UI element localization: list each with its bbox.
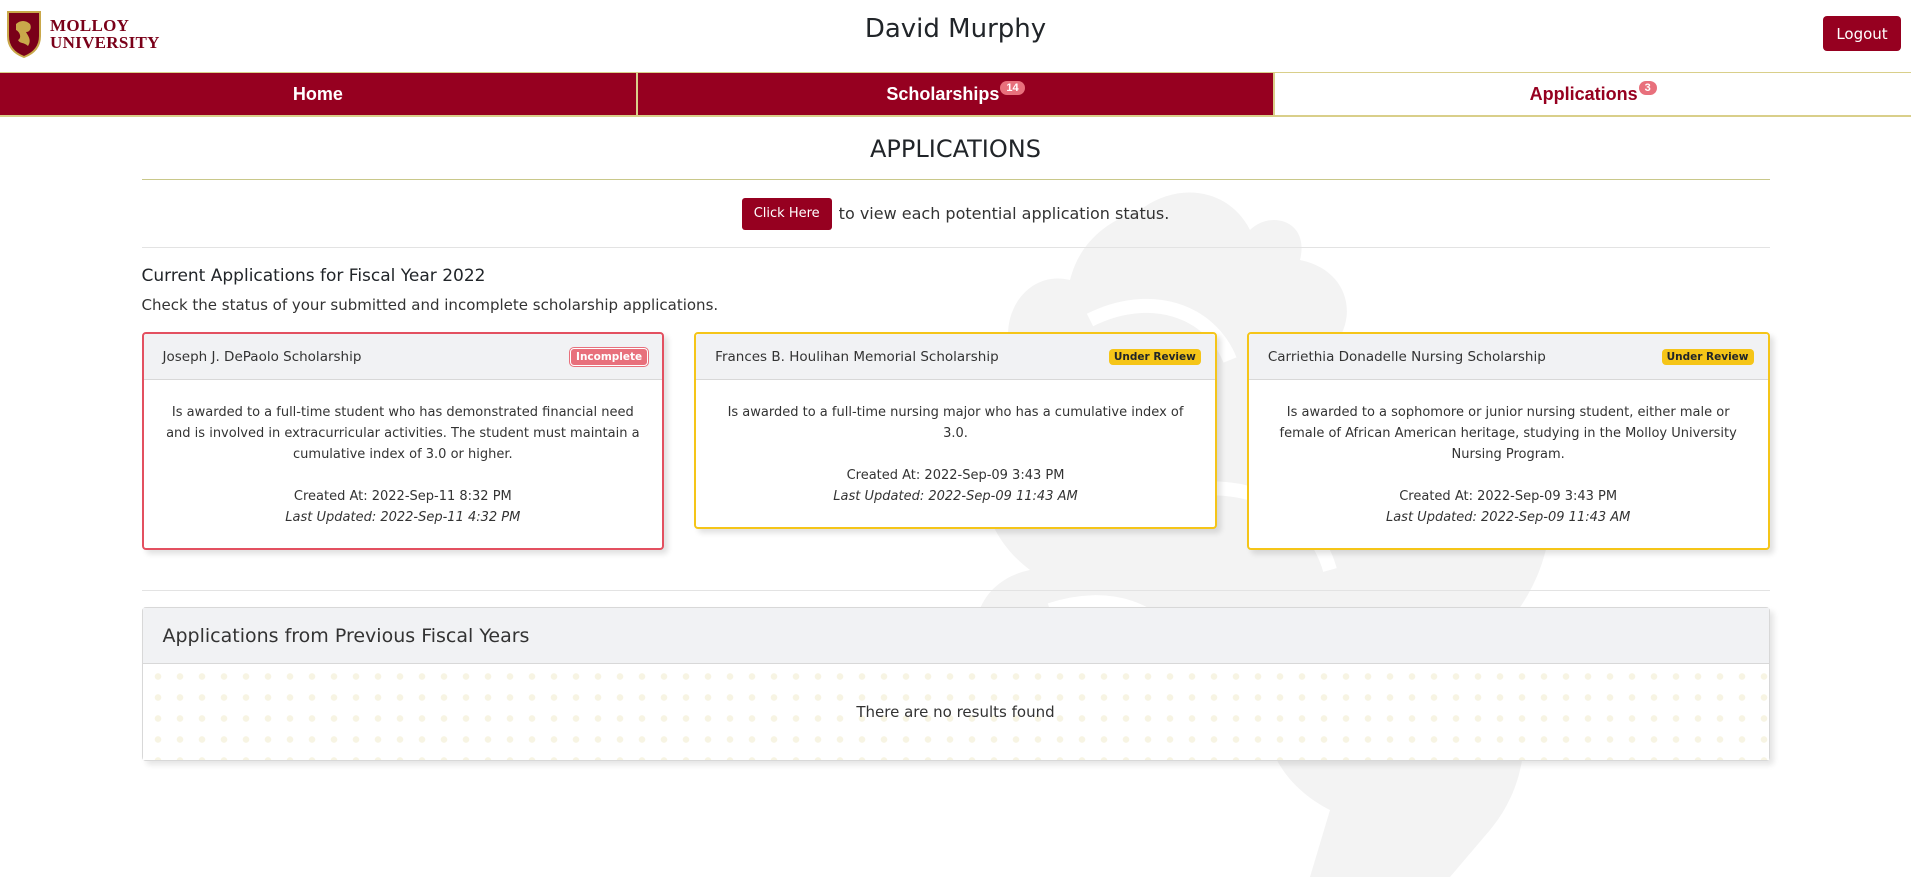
tab-scholarships-label: Scholarships [886,83,1000,104]
user-name: David Murphy [864,14,1047,44]
previous-applications-heading: Applications from Previous Fiscal Years [142,608,1769,664]
scholarships-count-badge: 14 [1000,81,1025,95]
card-header: Joseph J. DePaolo Scholarship Incomplete [143,334,663,380]
card-description: Is awarded to a full-time nursing major … [727,405,1184,441]
card-last-updated: Last Updated: 2022-Sep-11 4:32 PM [285,510,521,525]
card-header: Carriethia Donadelle Nursing Scholarship… [1248,334,1768,380]
main-tabs: Home Scholarships 14 Applications 3 [0,72,1911,117]
view-statuses-button[interactable]: Click Here [741,197,832,230]
card-title: Joseph J. DePaolo Scholarship [162,348,362,365]
application-card[interactable]: Frances B. Houlihan Memorial Scholarship… [694,332,1217,529]
card-last-updated: Last Updated: 2022-Sep-09 11:43 AM [1385,510,1631,525]
status-badge: Under Review [1661,348,1754,365]
current-applications-description: Check the status of your submitted and i… [141,296,719,314]
page-title: APPLICATIONS [141,117,1770,180]
card-created-at: Created At: 2022-Sep-11 8:32 PM [293,489,512,504]
logout-button[interactable]: Logout [1823,16,1901,51]
applications-count-badge: 3 [1638,81,1657,95]
card-header: Frances B. Houlihan Memorial Scholarship… [696,334,1215,380]
card-description: Is awarded to a full-time student who ha… [166,405,640,462]
card-body: Is awarded to a sophomore or junior nurs… [1249,380,1768,548]
status-info-row: Click Here to view each potential applic… [141,180,1770,248]
previous-applications-empty: There are no results found [142,664,1769,760]
tab-home-label: Home [292,83,343,104]
application-card[interactable]: Carriethia Donadelle Nursing Scholarship… [1246,332,1770,550]
card-last-updated: Last Updated: 2022-Sep-09 11:43 AM [833,489,1078,504]
card-title: Carriethia Donadelle Nursing Scholarship [1267,348,1546,365]
tab-home[interactable]: Home [0,73,636,115]
card-title: Frances B. Houlihan Memorial Scholarship [715,348,999,365]
current-applications-heading: Current Applications for Fiscal Year 202… [141,266,486,286]
card-body: Is awarded to a full-time nursing major … [696,380,1215,527]
top-header: MOLLOY UNIVERSITY David Murphy Logout [0,0,1911,72]
card-created-at: Created At: 2022-Sep-09 3:43 PM [846,468,1065,483]
status-info-text: to view each potential application statu… [838,204,1170,223]
empty-results-text: There are no results found [856,703,1055,721]
status-badge: Under Review [1108,348,1201,365]
tab-scholarships[interactable]: Scholarships 14 [635,73,1274,115]
card-created-at: Created At: 2022-Sep-09 3:43 PM [1399,489,1618,504]
tab-applications[interactable]: Applications 3 [1273,73,1911,115]
application-card[interactable]: Joseph J. DePaolo Scholarship Incomplete… [141,332,665,550]
tab-applications-label: Applications [1529,83,1638,104]
card-description: Is awarded to a sophomore or junior nurs… [1279,405,1737,462]
card-body: Is awarded to a full-time student who ha… [144,380,663,548]
application-cards: Joseph J. DePaolo Scholarship Incomplete… [141,332,1770,550]
previous-applications-panel: Applications from Previous Fiscal Years … [141,607,1770,761]
status-badge: Incomplete [570,347,649,366]
section-divider [141,590,1770,591]
main-content: APPLICATIONS Click Here to view each pot… [141,117,1770,761]
